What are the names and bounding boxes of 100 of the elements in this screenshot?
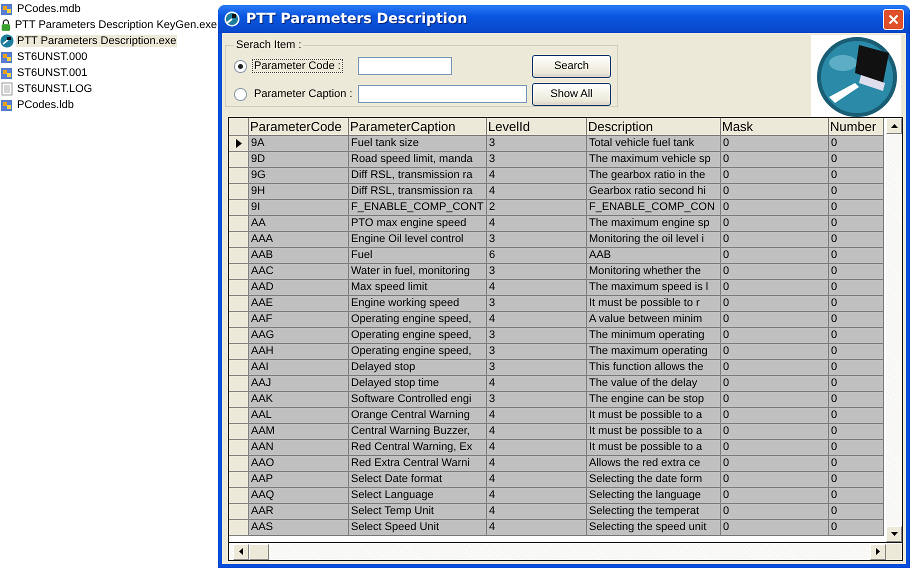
file-name[interactable]: ST6UNST.001 [16, 67, 88, 79]
radio-option[interactable]: Parameter Caption : [234, 87, 358, 101]
table-cell: Select Date format [349, 472, 487, 488]
table-cell: A value between minim [587, 312, 721, 328]
file-name[interactable]: PCodes.ldb [16, 99, 75, 111]
table-cell: 0 [829, 184, 884, 200]
table-cell: 4 [487, 280, 587, 296]
table-cell: AAO [249, 456, 349, 472]
column-header[interactable]: Mask [721, 118, 829, 136]
table-cell: 4 [487, 488, 587, 504]
table-cell: Orange Central Warning [349, 408, 487, 424]
scroll-left-button[interactable] [233, 544, 249, 560]
table-cell: Monitoring the oil level i [587, 232, 721, 248]
column-header[interactable]: ParameterCode [249, 118, 349, 136]
text-file-icon [0, 82, 14, 96]
table-cell: 3 [487, 344, 587, 360]
vertical-scrollbar[interactable] [886, 118, 902, 542]
table-cell: 0 [829, 216, 884, 232]
table-cell: Delayed stop [349, 360, 487, 376]
table-cell: Engine working speed [349, 296, 487, 312]
file-name[interactable]: ST6UNST.LOG [16, 83, 94, 95]
table-cell: Selecting the speed unit [587, 520, 721, 536]
table-cell: 0 [721, 328, 829, 344]
table-cell: The value of the delay [587, 376, 721, 392]
table-cell: 0 [721, 296, 829, 312]
table-cell: Monitoring whether the [587, 264, 721, 280]
file-name[interactable]: PTT Parameters Description KeyGen.exe [14, 19, 218, 31]
file-name[interactable]: PCodes.mdb [16, 3, 82, 15]
app-icon [224, 11, 240, 27]
table-cell: 0 [721, 184, 829, 200]
horizontal-scrollbar[interactable] [229, 542, 902, 560]
table-cell: Selecting the language [587, 488, 721, 504]
table-cell: 0 [721, 232, 829, 248]
table-cell: AAJ [249, 376, 349, 392]
input-field[interactable] [358, 85, 527, 103]
column-header[interactable]: Description [587, 118, 721, 136]
table-cell: AAQ [249, 488, 349, 504]
column-header[interactable]: ParameterCaption [349, 118, 487, 136]
column-header[interactable]: LevelId [487, 118, 587, 136]
table-cell: 0 [721, 376, 829, 392]
table-cell: 0 [721, 152, 829, 168]
scroll-right-button[interactable] [870, 544, 886, 560]
table-cell: Central Warning Buzzer, [349, 424, 487, 440]
table-cell: It must be possible to a [587, 424, 721, 440]
table-cell: AAF [249, 312, 349, 328]
table-cell: 4 [487, 424, 587, 440]
row-indicator[interactable] [229, 136, 249, 152]
table-cell: AAG [249, 328, 349, 344]
table-cell: 4 [487, 376, 587, 392]
table-cell: AAE [249, 296, 349, 312]
table-cell: The maximum vehicle sp [587, 152, 721, 168]
file-name[interactable]: PTT Parameters Description.exe [16, 35, 178, 47]
close-button[interactable] [883, 8, 904, 30]
table-cell: 0 [721, 312, 829, 328]
table-cell: 0 [829, 136, 884, 152]
table-cell: 0 [721, 344, 829, 360]
table-cell: 0 [829, 520, 884, 536]
table-cell: 9D [249, 152, 349, 168]
table-cell: AAL [249, 408, 349, 424]
table-cell: The maximum engine sp [587, 216, 721, 232]
table-cell: The minimum operating [587, 328, 721, 344]
table-cell: 0 [721, 216, 829, 232]
table-cell: The maximum operating [587, 344, 721, 360]
table-cell: 0 [721, 408, 829, 424]
scroll-thumb[interactable] [249, 544, 269, 560]
table-cell: 0 [829, 376, 884, 392]
table-cell: 0 [829, 232, 884, 248]
table-cell: AAB [587, 248, 721, 264]
table-cell: It must be possible to a [587, 408, 721, 424]
scroll-down-button[interactable] [886, 526, 902, 542]
database-file-icon [0, 66, 14, 80]
table-cell: Select Speed Unit [349, 520, 487, 536]
table-cell: Fuel tank size [349, 136, 487, 152]
table-cell: AAH [249, 344, 349, 360]
table-cell: 4 [487, 456, 587, 472]
table-cell: Red Extra Central Warni [349, 456, 487, 472]
table-cell: Max speed limit [349, 280, 487, 296]
search-button[interactable]: Search [532, 54, 611, 78]
scroll-up-button[interactable] [886, 118, 902, 134]
table-cell: 9H [249, 184, 349, 200]
show-all-button[interactable]: Show All [532, 82, 611, 106]
input-field[interactable] [358, 57, 452, 75]
table-cell: 4 [487, 312, 587, 328]
table-cell: 0 [721, 424, 829, 440]
table-cell: 0 [829, 248, 884, 264]
table-cell: This function allows the [587, 360, 721, 376]
table-cell: Red Central Warning, Ex [349, 440, 487, 456]
current-row-icon [236, 139, 242, 148]
table-cell: PTO max engine speed [349, 216, 487, 232]
table-cell: 0 [829, 504, 884, 520]
column-header[interactable]: Number [829, 118, 884, 136]
table-cell: 4 [487, 440, 587, 456]
left-arrow-icon [239, 548, 243, 555]
table-cell: Water in fuel, monitoring [349, 264, 487, 280]
database-file-icon [0, 50, 14, 64]
table-cell: 0 [721, 200, 829, 216]
file-name[interactable]: ST6UNST.000 [16, 51, 88, 63]
wrench-laptop-icon [0, 34, 14, 48]
table-cell: AAB [249, 248, 349, 264]
table-cell: AAK [249, 392, 349, 408]
